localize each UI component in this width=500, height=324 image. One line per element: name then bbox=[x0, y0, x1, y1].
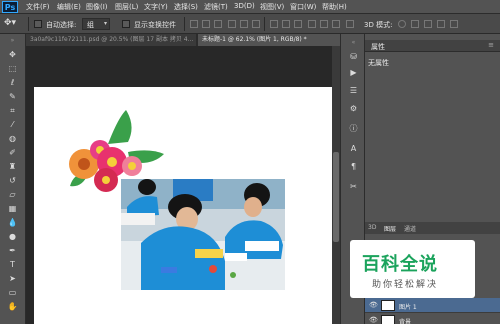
menu-layer[interactable]: 图层(L) bbox=[115, 2, 138, 12]
quick-select-tool-icon[interactable]: ✎ bbox=[6, 92, 19, 102]
marquee-tool-icon[interactable]: ⬚ bbox=[6, 64, 19, 74]
layer-row-image1[interactable]: 👁 图片 1 bbox=[365, 298, 500, 313]
properties-panel-header: 属性 ≡ bbox=[365, 40, 500, 52]
document-tab-2[interactable]: 未标题-1 @ 62.1% (图片 1, RGB/8) * bbox=[198, 34, 340, 46]
options-bar: ✥▾ 自动选择: 组 ▾ 显示变换控件 3D 模式: bbox=[0, 14, 500, 34]
eye-icon[interactable]: 👁 bbox=[369, 301, 378, 309]
flower-decoration bbox=[69, 110, 164, 192]
distribute-bottom-icon[interactable] bbox=[294, 20, 302, 28]
distribute-vcenter-icon[interactable] bbox=[282, 20, 290, 28]
distribute-top-icon[interactable] bbox=[270, 20, 278, 28]
show-transform-checkbox[interactable] bbox=[122, 20, 130, 28]
move-tool-icon[interactable]: ✥ bbox=[6, 50, 19, 60]
show-transform-label: 显示变换控件 bbox=[134, 21, 176, 29]
menu-file[interactable]: 文件(F) bbox=[26, 2, 50, 12]
3d-scale-icon[interactable] bbox=[450, 20, 458, 28]
stamp-tool-icon[interactable]: ♜ bbox=[6, 162, 19, 172]
info-panel-icon[interactable]: ⓘ bbox=[348, 124, 359, 134]
align-right-icon[interactable] bbox=[252, 20, 260, 28]
tab-channels[interactable]: 通道 bbox=[404, 224, 416, 233]
collapse-icon[interactable]: » bbox=[6, 36, 19, 46]
panel-menu-icon[interactable]: ≡ bbox=[488, 41, 494, 49]
scrollbar-thumb[interactable] bbox=[333, 152, 339, 242]
brush-panel-icon[interactable]: ✂ bbox=[348, 182, 359, 192]
menu-3d[interactable]: 3D(D) bbox=[234, 2, 255, 10]
adjustments-panel-icon[interactable]: ☰ bbox=[348, 86, 359, 96]
eraser-tool-icon[interactable]: ▱ bbox=[6, 190, 19, 200]
watermark-title: 百科全说 bbox=[362, 254, 438, 275]
align-left-icon[interactable] bbox=[228, 20, 236, 28]
auto-select-dropdown[interactable]: 组 ▾ bbox=[82, 18, 110, 30]
3d-orbit-icon[interactable] bbox=[398, 20, 406, 28]
layer-name: 图片 1 bbox=[399, 304, 417, 311]
watermark-subtitle: 助你轻松解决 bbox=[372, 280, 439, 290]
character-panel-icon[interactable]: A bbox=[348, 144, 359, 154]
menu-view[interactable]: 视图(V) bbox=[260, 2, 284, 12]
distribute-hcenter-icon[interactable] bbox=[320, 20, 328, 28]
auto-align-icon[interactable] bbox=[346, 20, 354, 28]
paragraph-panel-icon[interactable]: ¶ bbox=[348, 162, 359, 172]
3d-slide-icon[interactable] bbox=[437, 20, 445, 28]
options-divider bbox=[184, 17, 185, 31]
layer-thumbnail bbox=[381, 315, 395, 324]
align-hcenter-icon[interactable] bbox=[240, 20, 248, 28]
menu-help[interactable]: 帮助(H) bbox=[322, 2, 347, 12]
type-tool-icon[interactable]: T bbox=[6, 260, 19, 270]
layer-thumbnail bbox=[381, 300, 395, 311]
styles-panel-icon[interactable]: ⚙ bbox=[348, 104, 359, 114]
3d-mode-label: 3D 模式: bbox=[364, 21, 393, 29]
menu-window[interactable]: 窗口(W) bbox=[290, 2, 316, 12]
brush-tool-icon[interactable]: ✐ bbox=[6, 148, 19, 158]
auto-select-label: 自动选择: bbox=[46, 21, 77, 29]
document-tab-1[interactable]: 3a0af9c11fe72111.psd @ 20.5% (图层 17 副本 拷… bbox=[26, 34, 196, 46]
tab-label: 3a0af9c11fe72111.psd @ 20.5% (图层 17 副本 拷… bbox=[30, 36, 194, 43]
options-divider bbox=[264, 17, 265, 31]
hand-tool-icon[interactable]: ✋ bbox=[6, 302, 19, 312]
document-tab-bar: 3a0af9c11fe72111.psd @ 20.5% (图层 17 副本 拷… bbox=[26, 34, 340, 46]
align-top-icon[interactable] bbox=[190, 20, 198, 28]
properties-title: 属性 bbox=[371, 43, 385, 51]
options-divider bbox=[28, 17, 29, 31]
layer-row-background[interactable]: 👁 背景 bbox=[365, 313, 500, 324]
align-vcenter-icon[interactable] bbox=[202, 20, 210, 28]
blur-tool-icon[interactable]: 💧 bbox=[6, 218, 19, 228]
dodge-tool-icon[interactable]: ● bbox=[6, 232, 19, 242]
crop-tool-icon[interactable]: ⌗ bbox=[6, 106, 19, 116]
history-panel-icon[interactable]: ⛁ bbox=[348, 52, 359, 62]
tab-3d[interactable]: 3D bbox=[368, 224, 376, 231]
collapse-icon[interactable]: « bbox=[348, 38, 359, 48]
tools-panel: » ✥ ⬚ ℓ ✎ ⌗ ⁄ ◍ ✐ ♜ ↺ ▱ ▦ 💧 ● ✒ T ➤ ▭ ✋ bbox=[0, 34, 26, 324]
tab-layers[interactable]: 图层 bbox=[384, 224, 396, 233]
photoshop-logo: Ps bbox=[2, 1, 18, 13]
align-bottom-icon[interactable] bbox=[214, 20, 222, 28]
move-tool-preset-icon[interactable]: ✥▾ bbox=[4, 18, 16, 28]
menu-filter[interactable]: 滤镜(T) bbox=[204, 2, 228, 12]
path-select-tool-icon[interactable]: ➤ bbox=[6, 274, 19, 284]
chevron-down-icon: ▾ bbox=[103, 20, 107, 27]
3d-pan-icon[interactable] bbox=[424, 20, 432, 28]
eyedropper-tool-icon[interactable]: ⁄ bbox=[6, 120, 19, 130]
history-brush-tool-icon[interactable]: ↺ bbox=[6, 176, 19, 186]
gradient-tool-icon[interactable]: ▦ bbox=[6, 204, 19, 214]
menu-select[interactable]: 选择(S) bbox=[174, 2, 198, 12]
healing-tool-icon[interactable]: ◍ bbox=[6, 134, 19, 144]
tab-label: 未标题-1 @ 62.1% (图片 1, RGB/8) * bbox=[202, 36, 307, 43]
menu-bar: Ps 文件(F) 编辑(E) 图像(I) 图层(L) 文字(Y) 选择(S) 滤… bbox=[0, 0, 500, 14]
shape-tool-icon[interactable]: ▭ bbox=[6, 288, 19, 298]
properties-content: 无属性 bbox=[368, 59, 389, 67]
distribute-right-icon[interactable] bbox=[332, 20, 340, 28]
auto-select-value: 组 bbox=[87, 21, 94, 29]
distribute-left-icon[interactable] bbox=[308, 20, 316, 28]
pen-tool-icon[interactable]: ✒ bbox=[6, 246, 19, 256]
eye-icon[interactable]: 👁 bbox=[369, 316, 378, 324]
layer-name: 背景 bbox=[399, 319, 412, 324]
menu-edit[interactable]: 编辑(E) bbox=[57, 2, 81, 12]
auto-select-checkbox[interactable] bbox=[34, 20, 42, 28]
menu-image[interactable]: 图像(I) bbox=[86, 2, 108, 12]
lasso-tool-icon[interactable]: ℓ bbox=[6, 78, 19, 88]
3d-roll-icon[interactable] bbox=[411, 20, 419, 28]
menu-type[interactable]: 文字(Y) bbox=[144, 2, 168, 12]
actions-panel-icon[interactable]: ▶ bbox=[348, 68, 359, 78]
